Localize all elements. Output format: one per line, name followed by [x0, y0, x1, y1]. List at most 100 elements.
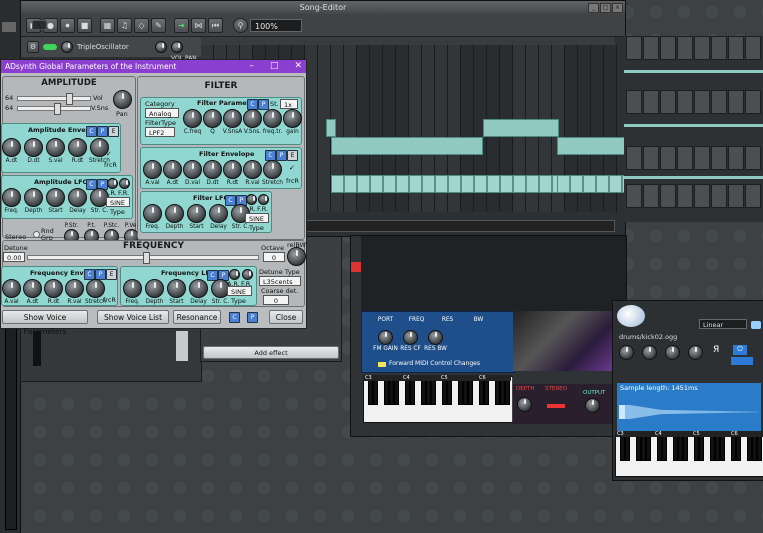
filter-env-rval-knob[interactable]: R.val [243, 160, 262, 186]
stereo-slider[interactable] [547, 404, 565, 408]
category-select[interactable]: Analog [145, 108, 179, 118]
maximize-icon[interactable]: □ [270, 60, 279, 73]
forward-midi-led[interactable] [378, 362, 386, 367]
freq-lfo-delay-knob[interactable]: Delay [189, 279, 208, 305]
bb-step[interactable] [626, 184, 642, 208]
record-play-icon[interactable]: ⏺ [60, 17, 75, 33]
freq-lfo-start-knob[interactable]: Start [167, 279, 186, 305]
bb-step[interactable] [677, 146, 693, 170]
loop-points-icon[interactable]: ⋈ [191, 17, 206, 33]
bb-step[interactable] [694, 36, 710, 60]
maximize-icon[interactable]: □ [600, 3, 611, 13]
piano-black-key[interactable] [698, 436, 705, 462]
power-icon[interactable]: ⏻ [733, 345, 747, 355]
relbw-knob[interactable] [287, 247, 306, 266]
piano-black-key[interactable] [683, 436, 689, 462]
vsns-knob[interactable]: V.Sns. [243, 109, 262, 135]
filter-env-adt-knob[interactable]: A.dt [163, 160, 182, 186]
show-voice-parameters-button[interactable]: Show Voice Parameters [2, 310, 88, 336]
freq-lfo-ar-knob[interactable] [229, 269, 240, 280]
bw-knob[interactable]: BW [469, 316, 488, 323]
pan-knob[interactable] [113, 90, 132, 109]
track-pan-knob[interactable] [170, 41, 183, 53]
bb-step[interactable] [643, 184, 659, 208]
draw-mode-icon[interactable]: ╲ [32, 20, 47, 30]
loop-point-knob[interactable] [688, 345, 703, 360]
copy-icon[interactable]: C [86, 126, 97, 137]
freqtr-knob[interactable]: freq.tr. [263, 109, 282, 135]
detune-slider[interactable] [27, 252, 259, 264]
bb-step[interactable] [660, 36, 676, 60]
filter-env-stretch-knob[interactable]: Stretch [262, 160, 283, 186]
piano-black-key[interactable] [446, 377, 453, 406]
amp-env-frcr-checkbox[interactable]: ✓ [106, 150, 112, 158]
freq-env-aval-knob[interactable]: A.val [2, 279, 21, 305]
stages-select[interactable]: 1x [280, 99, 298, 109]
freq-env-adt-knob[interactable]: A.dt [23, 279, 42, 305]
freq-env-rdt-knob[interactable]: R.dt [44, 279, 63, 305]
detune-type-select[interactable]: L35cents [259, 276, 301, 286]
res-bw-knob[interactable]: RES BW [424, 330, 447, 352]
bb-step[interactable] [643, 146, 659, 170]
follow-icon[interactable]: ➜ [174, 17, 189, 33]
add-automation-track-icon[interactable]: ◇ [134, 17, 149, 33]
filter-lfo-depth-knob[interactable]: Depth [165, 204, 184, 230]
bb-step[interactable] [728, 146, 744, 170]
sample-waveform[interactable]: Sample length: 1451ms [617, 383, 761, 431]
amp-env-sval-knob[interactable]: S.val [46, 138, 65, 164]
copy-icon[interactable]: C [229, 312, 240, 323]
interpolation-select[interactable]: Linear [699, 319, 747, 329]
pattern-clip[interactable] [557, 175, 633, 193]
filter-env-ddt-knob[interactable]: D.dt [203, 160, 222, 186]
amp-lfo-delay-knob[interactable]: Delay [68, 188, 87, 214]
bb-step[interactable] [745, 36, 761, 60]
detune-value-field[interactable]: 0.00 [3, 252, 25, 262]
vsnsa-knob[interactable]: V.SnsA [223, 109, 242, 135]
freq-lfo-type-select[interactable]: SINE [227, 286, 252, 296]
amp-lfo-type-select[interactable]: SINE [106, 197, 130, 207]
piano-black-key[interactable] [372, 377, 379, 406]
piano-black-key[interactable] [757, 436, 763, 462]
pattern-clip[interactable] [331, 137, 483, 155]
filter-env-rdt-knob[interactable]: R.dt [223, 160, 242, 186]
bb-step[interactable] [745, 146, 761, 170]
bb-step[interactable] [660, 184, 676, 208]
bb-step[interactable] [711, 36, 727, 60]
add-beat-track-icon[interactable]: ▦ [100, 17, 115, 33]
piano-black-key[interactable] [468, 377, 474, 406]
res-cf-knob[interactable]: RES CF [400, 330, 421, 352]
octave-spinner[interactable]: 0 [263, 252, 285, 262]
freq-lfo-depth-knob[interactable]: Depth [145, 279, 164, 305]
close-button[interactable]: Close [269, 310, 303, 324]
bb-step[interactable] [643, 36, 659, 60]
end-point-knob[interactable] [665, 345, 680, 360]
keyboard[interactable] [363, 376, 513, 423]
bb-step[interactable] [745, 184, 761, 208]
bb-step[interactable] [711, 90, 727, 114]
pattern-clip[interactable] [483, 119, 559, 137]
piano-black-key[interactable] [735, 436, 742, 462]
filter-lfo-freq-knob[interactable]: Freq. [143, 204, 162, 230]
bb-step[interactable] [694, 146, 710, 170]
piano-black-key[interactable] [646, 436, 652, 462]
bb-step[interactable] [626, 36, 642, 60]
resonance-button[interactable]: Resonance [173, 310, 221, 324]
freq-lfo-freq-knob[interactable]: Freq. [123, 279, 142, 305]
filter-lfo-start-knob[interactable]: Start [187, 204, 206, 230]
fm-gain-knob[interactable]: FM GAIN [373, 330, 398, 352]
show-voice-list-button[interactable]: Show Voice List [97, 310, 169, 324]
bb-step[interactable] [728, 90, 744, 114]
piano-black-key[interactable] [483, 377, 490, 406]
vol-slider[interactable] [17, 93, 91, 105]
q-knob[interactable]: Q [203, 109, 222, 135]
filter-env-aval-knob[interactable]: A.val [143, 160, 162, 186]
pattern-clip[interactable] [326, 119, 336, 137]
bb-step[interactable] [643, 90, 659, 114]
res-knob[interactable]: RES [438, 316, 457, 323]
piano-black-key[interactable] [431, 377, 437, 406]
amp-lfo-depth-knob[interactable]: Depth [24, 188, 43, 214]
open-folder-icon[interactable] [751, 321, 761, 329]
amp-env-rdt-knob[interactable]: R.dt [68, 138, 87, 164]
paste-icon[interactable]: P [247, 312, 258, 323]
piano-black-key[interactable] [720, 436, 726, 462]
